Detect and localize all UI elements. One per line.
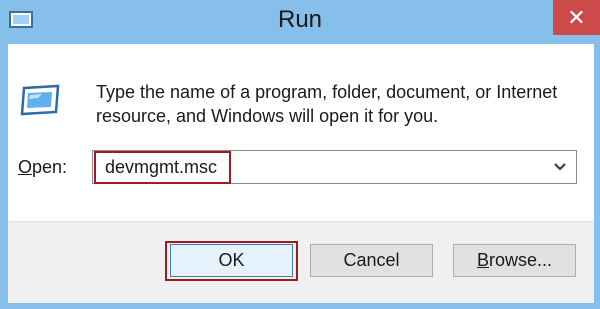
open-label-text: pen:	[32, 157, 68, 177]
browse-button[interactable]: Browse...	[453, 244, 576, 277]
window-title: Run	[277, 6, 323, 33]
title-bar[interactable]: Run ✕	[0, 0, 600, 44]
input-highlight-box	[94, 151, 231, 184]
dialog-description: Type the name of a program, folder, docu…	[96, 82, 558, 126]
browse-accelerator: B	[476, 250, 489, 270]
open-label: Open:	[18, 157, 67, 178]
open-label-accelerator: O	[18, 157, 33, 177]
run-dialog-window: Run ✕ Type the name of a program, folder…	[0, 0, 600, 309]
browse-label: rowse...	[488, 250, 553, 270]
ok-highlight-box	[165, 241, 298, 281]
run-icon	[20, 84, 60, 116]
close-button[interactable]: ✕	[553, 0, 600, 35]
chevron-down-icon[interactable]	[548, 153, 572, 181]
close-icon: ✕	[567, 4, 586, 30]
cancel-button[interactable]: Cancel	[310, 244, 433, 277]
